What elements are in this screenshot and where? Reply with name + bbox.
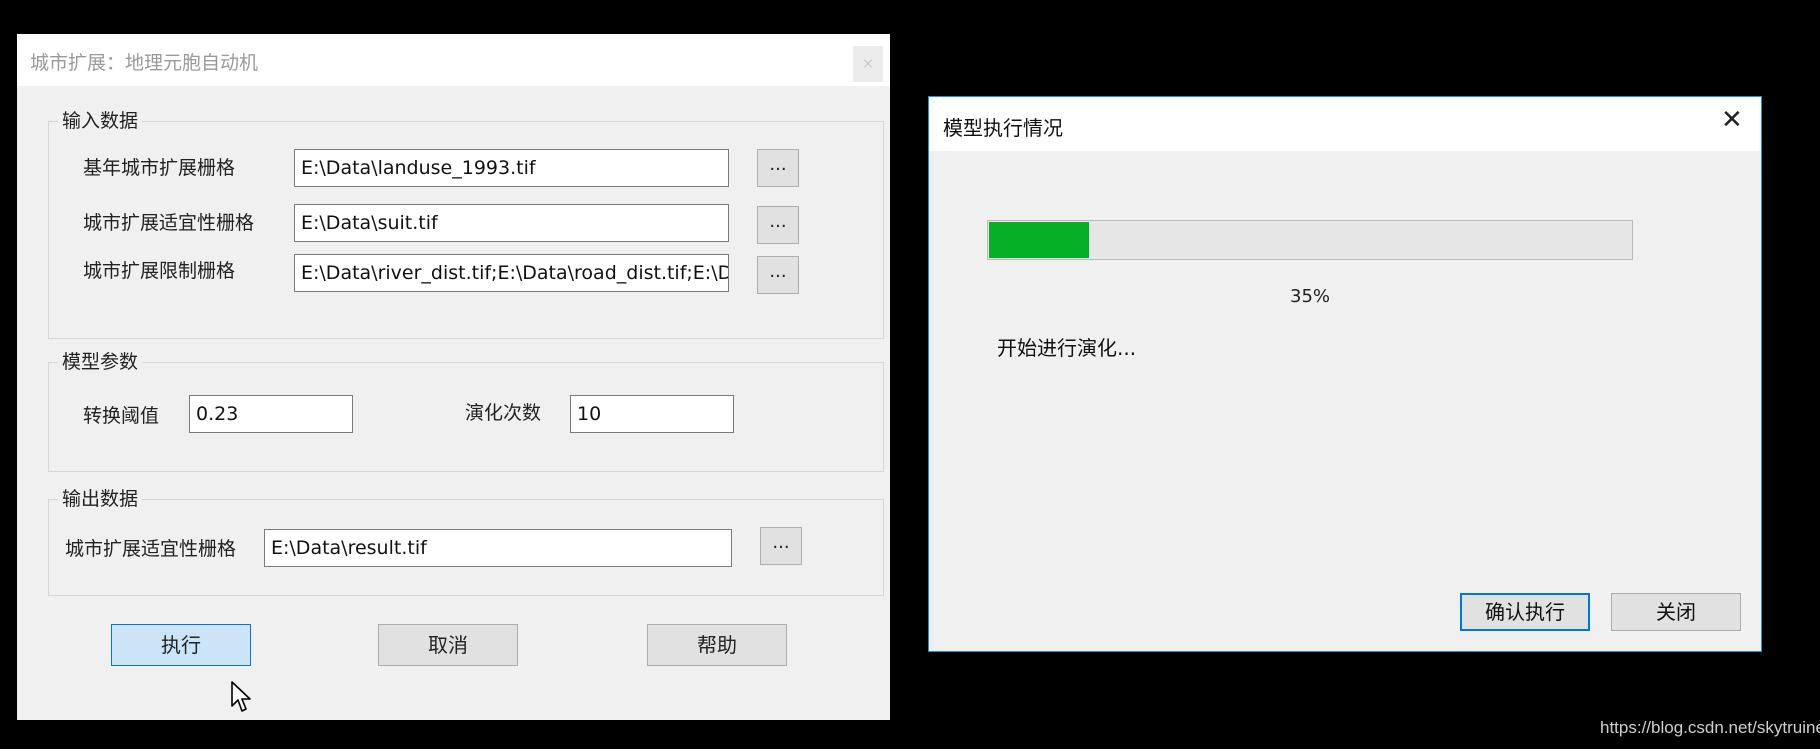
dialog-title: 城市扩展：地理元胞自动机 — [30, 52, 259, 74]
urban-expansion-dialog: 城市扩展：地理元胞自动机 × 输入数据 基年城市扩展栅格 E:\Data\lan… — [17, 34, 890, 720]
base-year-raster-browse-button[interactable]: ... — [757, 149, 799, 187]
help-button[interactable]: 帮助 — [647, 624, 787, 666]
iterations-label: 演化次数 — [465, 402, 542, 424]
mouse-cursor-icon — [231, 681, 251, 712]
suitability-raster-label: 城市扩展适宜性栅格 — [83, 212, 255, 234]
output-raster-input[interactable]: E:\Data\result.tif — [264, 529, 732, 567]
close-button[interactable]: 关闭 — [1611, 593, 1741, 631]
cancel-button[interactable]: 取消 — [378, 624, 518, 666]
status-text: 开始进行演化... — [997, 336, 1137, 360]
output-data-legend: 输出数据 — [58, 484, 143, 511]
dialog-title: 模型执行情况 — [943, 116, 1063, 140]
title-bar: 模型执行情况 ✕ — [929, 97, 1761, 151]
watermark-url: https://blog.csdn.net/skytruine — [1600, 718, 1820, 737]
restriction-raster-browse-button[interactable]: ... — [757, 256, 799, 294]
title-bar: 城市扩展：地理元胞自动机 × — [17, 34, 890, 86]
input-data-legend: 输入数据 — [58, 106, 143, 133]
suitability-raster-input[interactable]: E:\Data\suit.tif — [294, 204, 729, 242]
base-year-raster-label: 基年城市扩展栅格 — [83, 157, 236, 179]
close-icon[interactable]: ✕ — [1721, 105, 1743, 135]
confirm-execute-button[interactable]: 确认执行 — [1460, 593, 1590, 631]
suitability-raster-browse-button[interactable]: ... — [757, 206, 799, 244]
progress-percent-text: 35% — [1290, 286, 1331, 307]
base-year-raster-input[interactable]: E:\Data\landuse_1993.tif — [294, 149, 729, 187]
progress-bar-fill — [989, 222, 1089, 258]
progress-bar — [987, 220, 1633, 260]
restriction-raster-label: 城市扩展限制栅格 — [83, 260, 236, 282]
model-params-legend: 模型参数 — [58, 347, 143, 374]
restriction-raster-input[interactable]: E:\Data\river_dist.tif;E:\Data\road_dist… — [294, 254, 729, 292]
threshold-input[interactable]: 0.23 — [189, 395, 353, 433]
threshold-label: 转换阈值 — [83, 405, 160, 427]
iterations-input[interactable]: 10 — [570, 395, 734, 433]
output-raster-label: 城市扩展适宜性栅格 — [65, 538, 237, 560]
execute-button[interactable]: 执行 — [111, 624, 251, 666]
close-button[interactable]: × — [853, 46, 883, 82]
model-progress-dialog: 模型执行情况 ✕ 35% 开始进行演化... 确认执行 关闭 — [928, 96, 1762, 652]
output-raster-browse-button[interactable]: ... — [760, 527, 802, 565]
